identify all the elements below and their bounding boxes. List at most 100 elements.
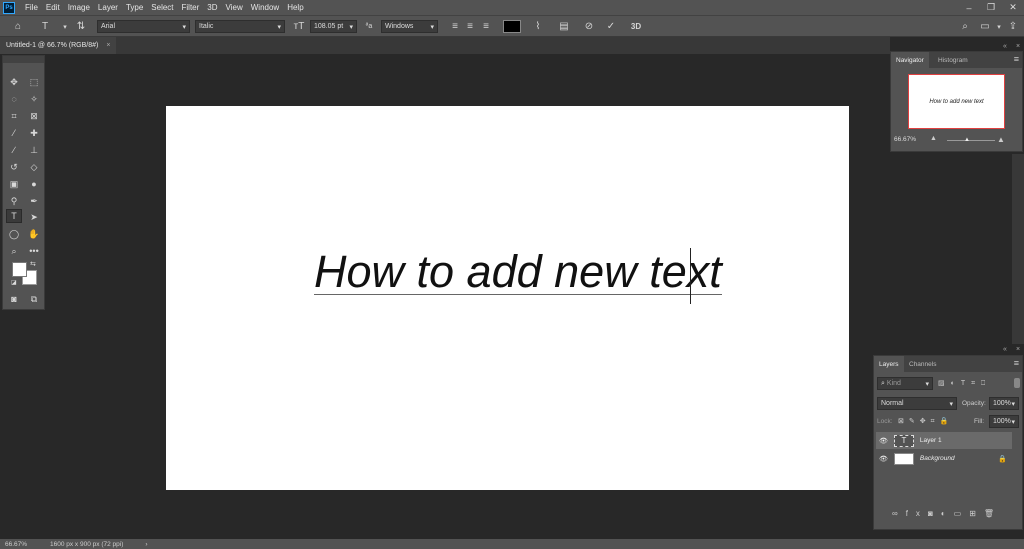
zoom-in-icon[interactable]: ▲ <box>997 135 1005 144</box>
type-tool-preset-icon[interactable]: T <box>38 20 52 33</box>
history-brush-icon[interactable]: ↺ <box>6 160 22 174</box>
fill-field[interactable]: 100% ▾ <box>989 415 1019 428</box>
eyedropper-icon[interactable]: ⁄ <box>6 126 22 140</box>
close-icon[interactable]: × <box>1016 43 1020 50</box>
menu-view[interactable]: View <box>222 3 247 12</box>
lock-icons[interactable]: ⊠✎✥⌗🔒 <box>898 417 953 426</box>
tab-channels[interactable]: Channels <box>904 356 941 372</box>
move-tool-icon[interactable]: ✥ <box>6 75 22 89</box>
zoom-slider-handle[interactable]: ▲ <box>964 137 970 143</box>
font-family-select[interactable]: Arial ▾ <box>97 20 190 33</box>
swap-colors-icon[interactable]: ⇆ <box>30 260 36 268</box>
healing-brush-icon[interactable]: ✚ <box>26 126 42 140</box>
mask-icon[interactable]: ◙ <box>928 509 941 518</box>
home-icon[interactable]: ⌂ <box>9 20 27 33</box>
close-icon[interactable]: × <box>106 42 110 49</box>
document-canvas[interactable]: How to add new text <box>166 106 849 490</box>
workspace-icon[interactable]: ▭ <box>978 20 992 33</box>
tab-histogram[interactable]: Histogram <box>933 52 973 68</box>
minimize-button[interactable]: – <box>958 0 980 15</box>
pen-tool-icon[interactable]: ✒ <box>26 194 42 208</box>
more-tools-icon[interactable]: ••• <box>26 244 42 258</box>
menu-select[interactable]: Select <box>147 3 177 12</box>
frame-tool-icon[interactable]: ⊠ <box>26 109 42 123</box>
screen-mode-icon[interactable]: ⧉ <box>26 292 42 306</box>
status-zoom[interactable]: 66.67% <box>5 541 49 548</box>
text-color-swatch[interactable] <box>503 20 521 33</box>
eye-visibility-icon[interactable]: 👁 <box>879 437 888 445</box>
dodge-tool-icon[interactable]: ⚲ <box>6 194 22 208</box>
font-size-select[interactable]: 108.05 pt ▾ <box>310 20 357 33</box>
menu-file[interactable]: File <box>21 3 42 12</box>
text-orientation-icon[interactable]: ⇅ <box>74 20 88 33</box>
menu-image[interactable]: Image <box>64 3 94 12</box>
document-tab[interactable]: Untitled-1 @ 66.7% (RGB/8#) × <box>0 37 117 54</box>
layer-row[interactable]: 👁 Background 🔒 <box>876 450 1013 467</box>
hand-tool-icon[interactable]: ✋ <box>26 227 42 241</box>
filter-toggle[interactable] <box>1014 378 1020 388</box>
chevron-right-icon[interactable]: › <box>145 541 147 548</box>
restore-button[interactable]: ❐ <box>980 0 1002 15</box>
cancel-icon[interactable]: ⊘ <box>582 20 596 33</box>
eye-visibility-icon[interactable]: 👁 <box>879 455 888 463</box>
lasso-tool-icon[interactable]: ◌ <box>6 92 22 106</box>
navigator-zoom-value[interactable]: 66.67% <box>894 136 916 143</box>
magic-wand-icon[interactable]: ✧ <box>26 92 42 106</box>
align-left-icon[interactable]: ≡ <box>448 20 462 33</box>
panel-menu-icon[interactable]: ≡ <box>1014 358 1019 368</box>
blur-tool-icon[interactable]: ● <box>26 177 42 191</box>
opacity-field[interactable]: 100% ▾ <box>989 397 1019 410</box>
align-right-icon[interactable]: ≡ <box>479 20 493 33</box>
tab-navigator[interactable]: Navigator <box>891 52 929 68</box>
warp-text-icon[interactable]: ⌇ <box>531 20 545 33</box>
zoom-slider-track[interactable] <box>947 140 995 141</box>
font-style-select[interactable]: Italic ▾ <box>195 20 285 33</box>
chevron-down-icon[interactable]: ▾ <box>58 20 72 33</box>
layer-filter-icons[interactable]: ▨◐T⌗⎕ <box>938 379 991 388</box>
link-icon[interactable]: ∞ <box>892 509 906 518</box>
zoom-out-icon[interactable]: ▲ <box>930 135 937 142</box>
layer-row[interactable]: 👁 T Layer 1 <box>876 432 1012 449</box>
lock-icon[interactable]: 🔒 <box>998 455 1007 463</box>
eraser-icon[interactable]: ◇ <box>26 160 42 174</box>
tab-layers[interactable]: Layers <box>874 356 904 372</box>
close-button[interactable]: ✕ <box>1002 0 1024 15</box>
menu-help[interactable]: Help <box>283 3 307 12</box>
align-center-icon[interactable]: ≡ <box>463 20 477 33</box>
panel-collapse-icon[interactable]: « <box>1003 43 1007 50</box>
panel-collapse-icon[interactable]: « <box>1003 346 1007 353</box>
default-colors-icon[interactable]: ◪ <box>11 279 17 286</box>
fx-icon[interactable]: fx <box>906 509 928 518</box>
zoom-tool-icon[interactable]: ⌕ <box>6 244 22 258</box>
path-selection-icon[interactable]: ➤ <box>26 210 42 224</box>
new-layer-icon[interactable]: ⊞ <box>969 509 984 518</box>
menu-edit[interactable]: Edit <box>42 3 64 12</box>
blend-mode-select[interactable]: Normal ▾ <box>877 397 957 410</box>
brush-tool-icon[interactable]: ∕ <box>6 143 22 157</box>
folder-icon[interactable]: ▭ <box>954 509 970 518</box>
commit-checkmark-icon[interactable]: ✓ <box>604 20 618 33</box>
menu-window[interactable]: Window <box>247 3 283 12</box>
share-icon[interactable]: ⇪ <box>1006 20 1020 33</box>
character-panel-icon[interactable]: ▤ <box>557 20 571 33</box>
menu-layer[interactable]: Layer <box>94 3 122 12</box>
foreground-color-swatch[interactable] <box>12 262 27 277</box>
trash-icon[interactable]: 🗑 <box>984 509 1002 518</box>
clone-stamp-icon[interactable]: ⊥ <box>26 143 42 157</box>
canvas-text-layer[interactable]: How to add new text <box>314 249 722 295</box>
menu-3d[interactable]: 3D <box>203 3 221 12</box>
chevron-down-icon[interactable]: ▾ <box>992 20 1006 33</box>
ellipse-tool-icon[interactable]: ◯ <box>6 227 22 241</box>
type-tool-icon[interactable]: T <box>6 209 22 223</box>
menu-filter[interactable]: Filter <box>178 3 204 12</box>
crop-tool-icon[interactable]: ⌗ <box>6 109 22 123</box>
search-icon[interactable]: ⌕ <box>958 20 972 33</box>
adjustment-icon[interactable]: ◐ <box>941 509 954 518</box>
panel-menu-icon[interactable]: ≡ <box>1014 54 1019 64</box>
antialias-select[interactable]: Windows ▾ <box>381 20 438 33</box>
toolbox-header[interactable] <box>3 56 44 63</box>
navigator-preview[interactable]: How to add new text <box>908 74 1005 129</box>
menu-type[interactable]: Type <box>122 3 147 12</box>
gradient-tool-icon[interactable]: ▣ <box>6 177 22 191</box>
quick-mask-icon[interactable]: ◙ <box>6 292 22 306</box>
